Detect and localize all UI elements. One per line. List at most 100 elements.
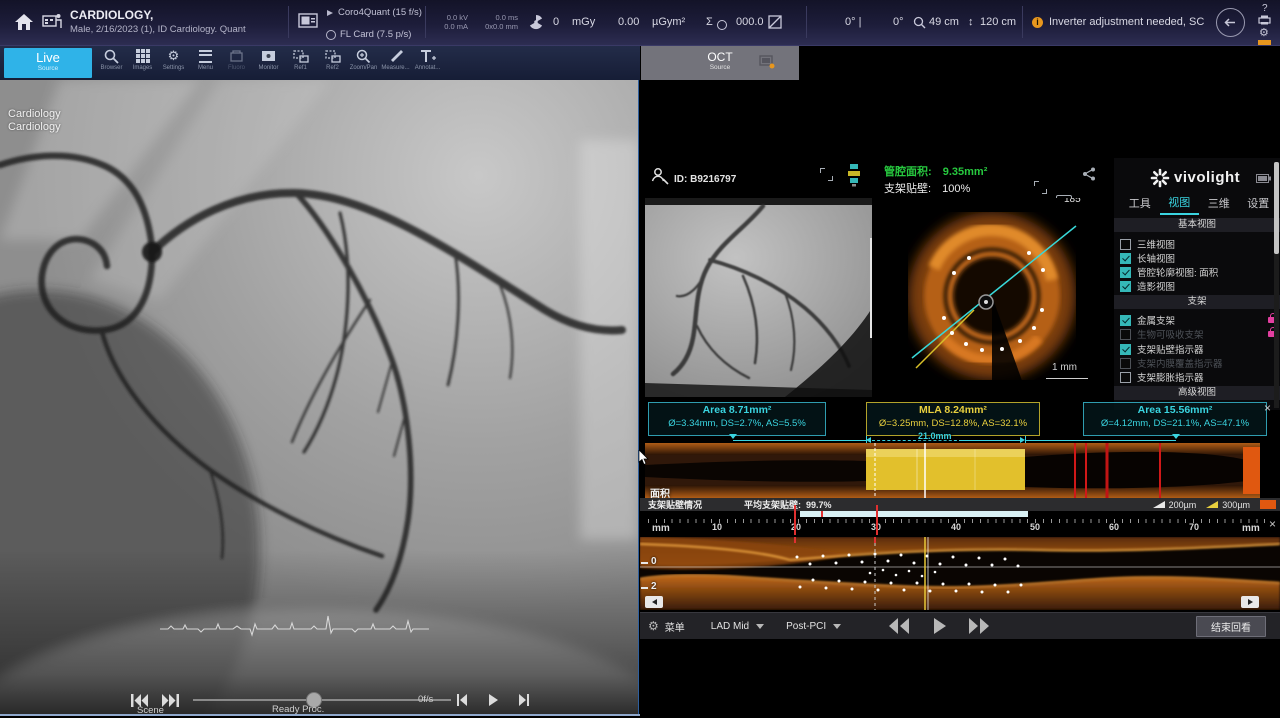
checkbox[interactable] bbox=[1120, 267, 1131, 278]
angio-thumbnail[interactable] bbox=[645, 198, 872, 397]
tool-monitor[interactable]: Monitor bbox=[253, 48, 284, 78]
tool-ref2[interactable]: Ref2 bbox=[317, 48, 348, 78]
phase-select[interactable]: Post-PCI bbox=[786, 621, 826, 632]
legend-malapposition-icon bbox=[1260, 500, 1276, 509]
checkbox[interactable] bbox=[1120, 239, 1131, 250]
tool-ref1[interactable]: Ref1 bbox=[285, 48, 316, 78]
measurement-mla[interactable]: MLA 8.24mm² Ø=3.25mm, DS=12.8%, AS=32.1% bbox=[866, 402, 1040, 436]
option-bioresorbable-stent[interactable]: 生物可吸收支架 bbox=[1120, 327, 1276, 341]
wedge-filter-icon[interactable] bbox=[768, 15, 782, 29]
share-icon[interactable] bbox=[1082, 167, 1096, 181]
oct-tab-sublabel: Source bbox=[641, 64, 799, 71]
avg-apposition-value: 99.7% bbox=[806, 500, 832, 510]
chevron-down-icon[interactable] bbox=[756, 624, 764, 629]
panel-scrollbar-thumb[interactable] bbox=[1274, 162, 1279, 254]
pullback-area-strip[interactable] bbox=[645, 443, 1260, 498]
oct-cross-section[interactable]: 185 1 mm bbox=[874, 198, 1114, 397]
dap-unit: µGym² bbox=[652, 16, 685, 28]
checkbox[interactable] bbox=[1120, 253, 1131, 264]
angio-viewport[interactable] bbox=[0, 80, 639, 716]
overlay-study-label-1: Cardiology bbox=[8, 108, 61, 121]
text-annotation-icon bbox=[412, 48, 443, 64]
connector-line bbox=[733, 440, 866, 441]
monitor-store-icon bbox=[253, 48, 284, 64]
tab-3d[interactable]: 三维 bbox=[1199, 195, 1239, 214]
chevron-down-icon[interactable] bbox=[833, 624, 841, 629]
measurement-detail: Ø=3.25mm, DS=12.8%, AS=32.1% bbox=[867, 417, 1039, 430]
menu-button[interactable]: 菜单 bbox=[665, 619, 685, 634]
warning-icon: i bbox=[1032, 17, 1043, 28]
previous-frame-button[interactable] bbox=[456, 694, 468, 706]
long-axis-view[interactable] bbox=[640, 537, 1280, 610]
axis-tick bbox=[641, 587, 648, 589]
checkbox[interactable] bbox=[1120, 329, 1131, 340]
legend-200-icon bbox=[1153, 501, 1165, 508]
measurement-distal[interactable]: Area 15.56mm² Ø=4.12mm, DS=21.1%, AS=47.… bbox=[1083, 402, 1267, 436]
red-marker bbox=[794, 505, 796, 535]
checkbox[interactable] bbox=[1120, 344, 1131, 355]
oct-control-panel: vivolight 工具 视图 三维 设置 基本视图 三维视图 长轴视图 管腔轮… bbox=[1114, 158, 1280, 410]
pan-left-button[interactable] bbox=[645, 596, 663, 608]
scene-slider-track[interactable] bbox=[193, 699, 451, 701]
oct-source-tab[interactable]: OCT Source bbox=[641, 46, 799, 80]
gear-icon[interactable]: ⚙ bbox=[1259, 26, 1269, 39]
tool-fluoro[interactable]: Fluoro bbox=[221, 48, 252, 78]
radiation-icon bbox=[528, 14, 544, 30]
fast-forward-button[interactable] bbox=[967, 618, 991, 634]
monitor-icon[interactable] bbox=[298, 13, 318, 31]
tab-settings[interactable]: 设置 bbox=[1239, 195, 1279, 214]
fullscreen-icon[interactable] bbox=[820, 168, 833, 181]
option-expansion-indicator[interactable]: 支架膨胀指示器 bbox=[1120, 370, 1276, 384]
ruler-tick: 50 bbox=[1030, 522, 1040, 532]
fullscreen-icon[interactable] bbox=[1034, 181, 1047, 194]
live-source-button[interactable]: Live Source bbox=[4, 48, 92, 78]
checkbox[interactable] bbox=[1120, 372, 1131, 383]
home-icon[interactable] bbox=[13, 11, 35, 33]
vessel-select[interactable]: LAD Mid bbox=[711, 621, 749, 632]
tool-measure[interactable]: Measure... bbox=[380, 48, 411, 78]
option-lumen-contour-view[interactable]: 管腔轮廓视图: 面积 bbox=[1120, 265, 1276, 279]
next-scene-button[interactable] bbox=[162, 694, 180, 707]
measurement-proximal[interactable]: Area 8.71mm² Ø=3.34mm, DS=2.7%, AS=5.5% bbox=[648, 402, 826, 436]
play-button[interactable] bbox=[488, 694, 499, 706]
play-button[interactable] bbox=[933, 618, 947, 634]
help-icon[interactable]: ? bbox=[1262, 3, 1268, 14]
pan-right-button[interactable] bbox=[1241, 596, 1259, 608]
workstation-screen: CARDIOLOGY, Male, 2/16/2023 (1), ID Card… bbox=[0, 0, 1280, 718]
next-frame-button[interactable] bbox=[518, 694, 530, 706]
live-label: Live bbox=[4, 50, 92, 65]
close-longview-icon[interactable]: × bbox=[1269, 518, 1276, 530]
option-coverage-indicator[interactable]: 支架内膜覆盖指示器 bbox=[1120, 356, 1276, 370]
tool-annotate[interactable]: Annotat... bbox=[412, 48, 443, 78]
option-angio-view[interactable]: 造影视图 bbox=[1120, 279, 1276, 293]
lumen-area-value: 9.35mm² bbox=[943, 166, 988, 178]
tab-view[interactable]: 视图 bbox=[1160, 194, 1200, 215]
oct-playback-bar: ⚙ 菜单 LAD Mid Post-PCI 结束回看 bbox=[640, 612, 1280, 639]
tool-menu[interactable]: Menu bbox=[190, 48, 221, 78]
option-3d-view[interactable]: 三维视图 bbox=[1120, 237, 1276, 251]
thumbnail-scrollbar[interactable] bbox=[870, 238, 872, 338]
rewind-button[interactable] bbox=[887, 618, 911, 634]
hamburger-icon bbox=[190, 48, 221, 64]
option-apposition-indicator[interactable]: 支架贴壁指示器 bbox=[1120, 342, 1276, 356]
checkbox[interactable] bbox=[1120, 315, 1131, 326]
pullback-3d-icon[interactable] bbox=[845, 163, 863, 187]
tool-settings[interactable]: ⚙ Settings bbox=[158, 48, 189, 78]
tool-zoom-pan[interactable]: Zoom/Pan bbox=[348, 48, 379, 78]
end-review-button[interactable]: 结束回看 bbox=[1196, 616, 1266, 637]
close-measurements-icon[interactable]: × bbox=[1264, 402, 1271, 414]
angle-secondary: 0° bbox=[893, 16, 904, 28]
section-basic-view: 基本视图 bbox=[1114, 218, 1280, 232]
checkbox[interactable] bbox=[1120, 358, 1131, 369]
print-icon[interactable] bbox=[1258, 15, 1271, 25]
transfer-back-button[interactable] bbox=[1216, 8, 1245, 37]
checkbox[interactable] bbox=[1120, 281, 1131, 292]
option-long-axis-view[interactable]: 长轴视图 bbox=[1120, 251, 1276, 265]
option-metal-stent[interactable]: 金属支架 bbox=[1120, 313, 1276, 327]
gear-icon[interactable]: ⚙ bbox=[648, 619, 659, 633]
tool-browser[interactable]: Browser bbox=[96, 48, 127, 78]
tool-images[interactable]: Images bbox=[127, 48, 158, 78]
avg-apposition-label: 平均支架贴壁: bbox=[744, 498, 801, 511]
tab-tools[interactable]: 工具 bbox=[1120, 195, 1160, 214]
patient-schedule-icon[interactable] bbox=[42, 10, 62, 34]
